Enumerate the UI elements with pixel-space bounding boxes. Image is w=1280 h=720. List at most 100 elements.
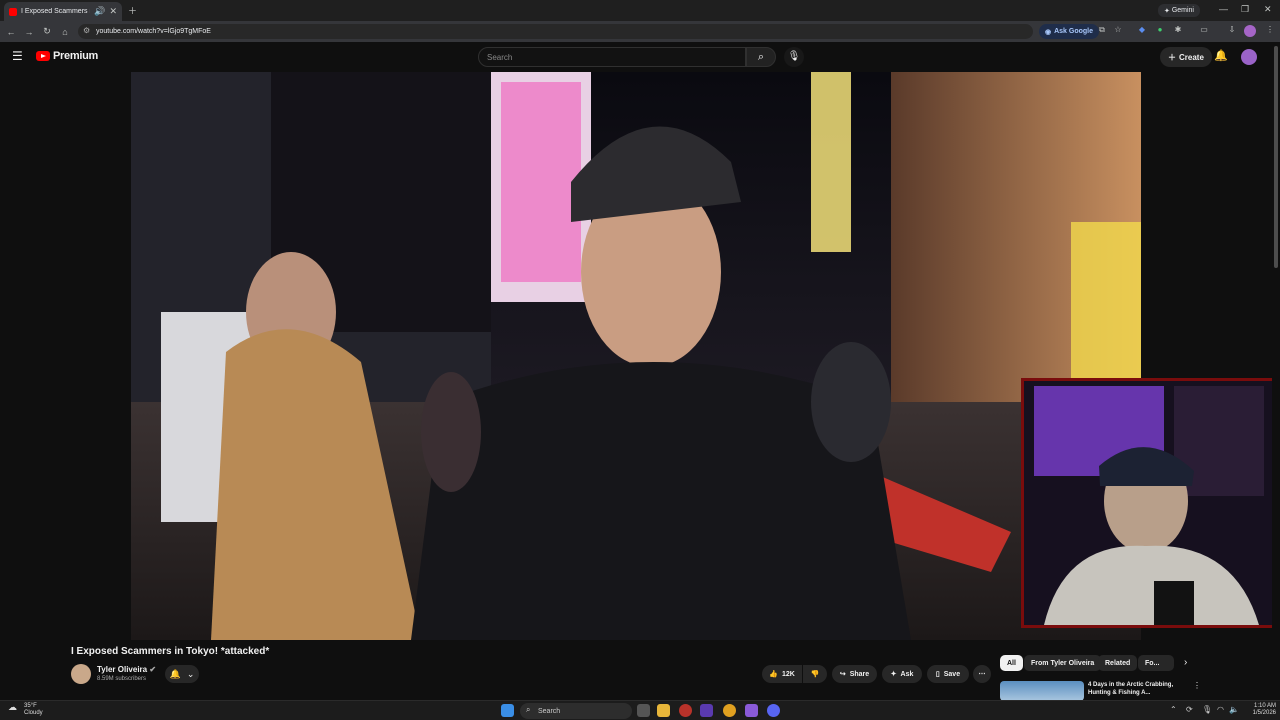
dislike-button[interactable]: 👎	[803, 665, 827, 683]
taskbar-clock[interactable]: 1:10 AM 1/5/2026	[1238, 703, 1276, 717]
microphone-tray-icon[interactable]: 🎙	[1202, 705, 1212, 714]
sidebar-icon[interactable]: ▭	[1198, 25, 1210, 37]
app-icon[interactable]	[679, 704, 692, 717]
page-scrollbar[interactable]	[1272, 42, 1280, 700]
account-avatar[interactable]	[1241, 49, 1257, 65]
video-player[interactable]	[131, 72, 1141, 640]
search-input[interactable]: Search	[478, 47, 746, 67]
task-view-icon[interactable]	[637, 704, 650, 717]
bookmark-icon: ▯	[935, 671, 940, 678]
bell-icon: 🔔	[169, 668, 181, 679]
chevron-down-icon: ⌄	[186, 668, 195, 679]
verified-icon: ✔	[149, 665, 157, 674]
chip-more[interactable]: Fo...	[1138, 655, 1174, 671]
wifi-icon[interactable]: ◠	[1217, 705, 1224, 714]
sparkle-icon: ✦	[890, 671, 897, 678]
site-info-icon[interactable]: ⚙	[83, 26, 90, 35]
chip-from-channel[interactable]: From Tyler Oliveira	[1024, 655, 1102, 671]
notifications-bell-icon[interactable]: 🔔	[1214, 49, 1228, 62]
url-text: youtube.com/watch?v=lGjo9TgMFoE	[96, 28, 211, 35]
cloud-icon: ☁	[8, 702, 17, 712]
discord-icon[interactable]	[767, 704, 780, 717]
browser-menu-icon[interactable]: ⋮	[1264, 25, 1276, 37]
youtube-favicon-icon	[9, 7, 17, 16]
tray-chevron-icon[interactable]: ⌃	[1170, 705, 1177, 714]
bookmark-star-icon[interactable]: ☆	[1112, 25, 1124, 37]
share-icon: ↪	[839, 671, 846, 678]
clock-date: 1/5/2026	[1252, 710, 1276, 716]
create-button[interactable]: ＋ Create	[1160, 47, 1212, 67]
save-label: Save	[943, 670, 961, 678]
back-icon[interactable]: ←	[2, 27, 20, 37]
recommended-menu-icon[interactable]: ⋮	[1193, 681, 1201, 690]
reload-icon[interactable]: ↻	[38, 26, 56, 37]
downloads-icon[interactable]: ⇩	[1226, 25, 1238, 37]
install-icon[interactable]: ⧉	[1096, 25, 1108, 37]
extension-icon[interactable]: ◆	[1136, 25, 1148, 37]
thumbs-up-icon: 👍	[769, 671, 778, 678]
ask-google-label: Ask Google	[1054, 28, 1094, 35]
app-icon[interactable]	[700, 704, 713, 717]
gemini-button[interactable]: ✦ Gemini	[1158, 4, 1200, 17]
new-tab-button[interactable]: ＋	[128, 4, 137, 17]
ask-button[interactable]: ✦ Ask	[882, 665, 922, 683]
clock-time: 1:10 AM	[1253, 703, 1276, 709]
youtube-header: ☰ Premium Search ⌕ 🎙 ＋ Create 🔔	[0, 42, 1272, 72]
temperature: 35°F	[24, 703, 37, 709]
tray-icon[interactable]: ⟳	[1186, 705, 1193, 714]
gemini-label: Gemini	[1171, 7, 1194, 14]
chrome-icon[interactable]	[723, 704, 736, 717]
weather-widget[interactable]: ☁ 35°F Cloudy	[8, 703, 43, 717]
taskbar-search-label: Search	[538, 707, 561, 715]
close-tab-icon[interactable]: ✕	[109, 6, 117, 17]
close-window-button[interactable]: ✕	[1264, 4, 1272, 15]
scrollbar-thumb[interactable]	[1274, 46, 1278, 268]
ask-google-button[interactable]: ◉ Ask Google	[1039, 24, 1100, 39]
hamburger-menu-icon[interactable]: ☰	[12, 49, 23, 63]
extensions-puzzle-icon[interactable]: ✱	[1172, 25, 1184, 37]
tab-title: I Exposed Scammers in Tok	[21, 8, 90, 15]
video-title: I Exposed Scammers in Tokyo! *attacked*	[71, 646, 270, 657]
recommended-thumbnail[interactable]	[1000, 681, 1084, 701]
create-label: Create	[1179, 52, 1204, 62]
chip-all[interactable]: All	[1000, 655, 1023, 671]
gemini-icon: ✦	[1164, 7, 1172, 15]
file-explorer-icon[interactable]	[657, 704, 670, 717]
forward-icon[interactable]: →	[20, 27, 38, 37]
taskbar-search[interactable]: ⌕ Search	[520, 703, 632, 719]
share-label: Share	[849, 670, 870, 678]
browser-tab[interactable]: I Exposed Scammers in Tok 🔊 ✕	[4, 2, 122, 21]
windows-start-icon[interactable]	[501, 704, 514, 717]
weather-condition: Cloudy	[24, 710, 43, 716]
like-button[interactable]: 👍 12K	[762, 665, 802, 683]
chevron-right-icon[interactable]: ›	[1184, 657, 1187, 668]
speaker-icon[interactable]: 🔊	[94, 6, 105, 17]
ask-label: Ask	[900, 670, 914, 678]
share-button[interactable]: ↪ Share	[832, 665, 877, 683]
extension-icon[interactable]: ●	[1154, 25, 1166, 37]
subscription-bell-button[interactable]: 🔔 ⌄	[165, 665, 199, 683]
browser-tab-bar: I Exposed Scammers in Tok 🔊 ✕ ＋ ✦ Gemini…	[0, 0, 1280, 21]
restore-button[interactable]: ❐	[1241, 4, 1249, 15]
save-button[interactable]: ▯ Save	[927, 665, 969, 683]
profile-avatar[interactable]	[1244, 25, 1256, 37]
app-icon[interactable]	[745, 704, 758, 717]
channel-name[interactable]: Tyler Oliveira ✔	[97, 665, 156, 674]
channel-avatar[interactable]	[71, 664, 91, 684]
minimize-button[interactable]: —	[1219, 4, 1228, 14]
browser-toolbar: ← → ↻ ⌂ ⚙ youtube.com/watch?v=lGjo9TgMFo…	[0, 21, 1280, 42]
address-bar[interactable]: ⚙ youtube.com/watch?v=lGjo9TgMFoE	[78, 24, 1033, 39]
search-button[interactable]: ⌕	[746, 47, 776, 67]
youtube-play-icon	[36, 51, 50, 61]
chip-related[interactable]: Related	[1098, 655, 1138, 671]
more-actions-button[interactable]: ⋯	[973, 665, 991, 683]
plus-icon: ＋	[1168, 52, 1176, 62]
youtube-logo[interactable]: Premium	[36, 50, 98, 62]
search-icon: ⌕	[526, 705, 531, 714]
video-frame	[131, 72, 1141, 640]
voice-search-button[interactable]: 🎙	[784, 47, 804, 67]
webcam-frame	[1024, 381, 1277, 625]
recommended-title[interactable]: 4 Days in the Arctic Crabbing, Hunting &…	[1088, 681, 1188, 697]
webcam-overlay	[1021, 378, 1280, 628]
home-icon[interactable]: ⌂	[56, 27, 74, 37]
